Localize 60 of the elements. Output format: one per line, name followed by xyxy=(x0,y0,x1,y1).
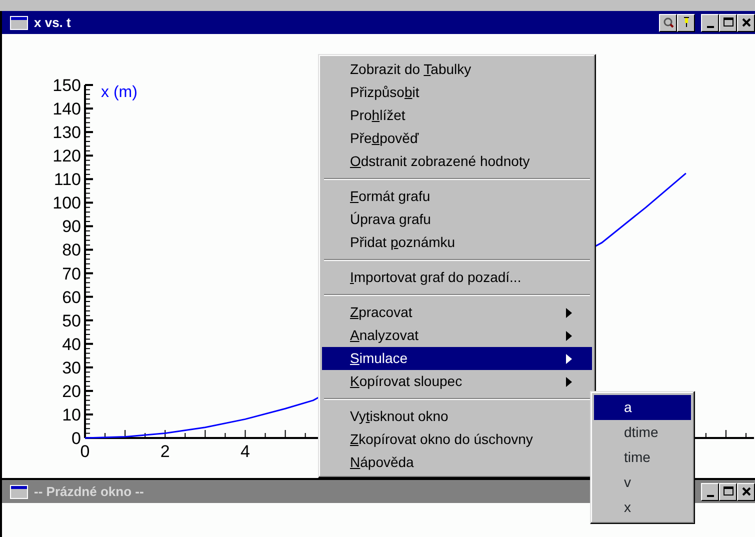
menu-item[interactable]: Úprava grafu xyxy=(322,208,592,231)
x-tick-label: 2 xyxy=(160,442,170,461)
zoom-button[interactable] xyxy=(659,14,677,32)
y-tick-label: 40 xyxy=(62,334,81,354)
window-icon xyxy=(10,16,28,30)
maximize-icon xyxy=(722,486,734,497)
menu-item[interactable]: Zpracovat xyxy=(322,301,592,324)
window-icon xyxy=(10,484,28,498)
minimize-button[interactable] xyxy=(701,482,719,500)
y-tick-label: 60 xyxy=(62,288,81,307)
menu-item[interactable]: a xyxy=(594,395,691,420)
y-tick-label: 150 xyxy=(52,76,81,95)
x-tick-label: 4 xyxy=(240,442,250,461)
minimize-icon xyxy=(706,26,714,28)
y-tick-label: 120 xyxy=(52,146,81,166)
pin-button[interactable] xyxy=(677,14,695,32)
y-tick-label: 140 xyxy=(52,100,81,119)
maximize-button[interactable] xyxy=(719,482,737,500)
y-tick-label: 0 xyxy=(72,429,81,448)
y-tick-label: 30 xyxy=(62,358,81,378)
y-tick-label: 100 xyxy=(52,194,81,213)
menu-item[interactable]: Analyzovat xyxy=(322,324,592,347)
menu-item[interactable]: Zobrazit do Tabulky xyxy=(322,58,592,81)
menu-item[interactable]: Odstranit zobrazené hodnoty xyxy=(322,150,592,173)
y-tick-label: 50 xyxy=(62,311,81,330)
menu-item[interactable]: v xyxy=(594,470,691,495)
menu-item[interactable]: x xyxy=(594,495,691,520)
menu-item[interactable]: Kopírovat sloupec xyxy=(322,370,592,393)
close-button[interactable] xyxy=(737,482,755,500)
menu-item[interactable]: Importovat graf do pozadí... xyxy=(322,266,592,289)
minimize-icon xyxy=(706,494,714,496)
menu-item[interactable]: Nápověda xyxy=(322,451,592,474)
maximize-button[interactable] xyxy=(719,14,737,32)
menu-item[interactable]: dtime xyxy=(594,420,691,445)
minimize-button[interactable] xyxy=(701,14,719,32)
menu-item[interactable]: Přizpůsobit xyxy=(322,81,592,104)
menu-item[interactable]: Předpověď xyxy=(322,127,592,150)
menu-item[interactable]: Zkopírovat okno do úschovny xyxy=(322,428,592,451)
close-icon xyxy=(740,17,752,28)
axis-label: x (m) xyxy=(101,84,138,101)
window-title: -- Prázdné okno -- xyxy=(34,482,144,501)
magnifier-icon xyxy=(662,17,674,28)
y-tick-label: 90 xyxy=(62,217,81,236)
menu-item[interactable]: time xyxy=(594,445,691,470)
y-tick-label: 130 xyxy=(52,123,81,142)
y-tick-label: 110 xyxy=(54,170,81,190)
close-icon xyxy=(740,486,752,497)
y-tick-label: 80 xyxy=(62,240,81,260)
menu-item[interactable]: Vytisknout okno xyxy=(322,405,592,428)
x-tick-label: 0 xyxy=(80,442,90,461)
menu-item[interactable]: Formát grafu xyxy=(322,185,592,208)
menu-item[interactable]: Simulace xyxy=(322,347,592,370)
menu-item[interactable]: Přidat poznámku xyxy=(322,231,592,254)
y-tick-label: 20 xyxy=(62,382,81,401)
menu-item[interactable]: Prohlížet xyxy=(322,104,592,127)
close-button[interactable] xyxy=(737,14,755,32)
y-tick-label: 70 xyxy=(62,264,81,284)
maximize-icon xyxy=(722,17,734,28)
y-tick-label: 10 xyxy=(62,405,81,424)
window-title: x vs. t xyxy=(34,14,71,32)
